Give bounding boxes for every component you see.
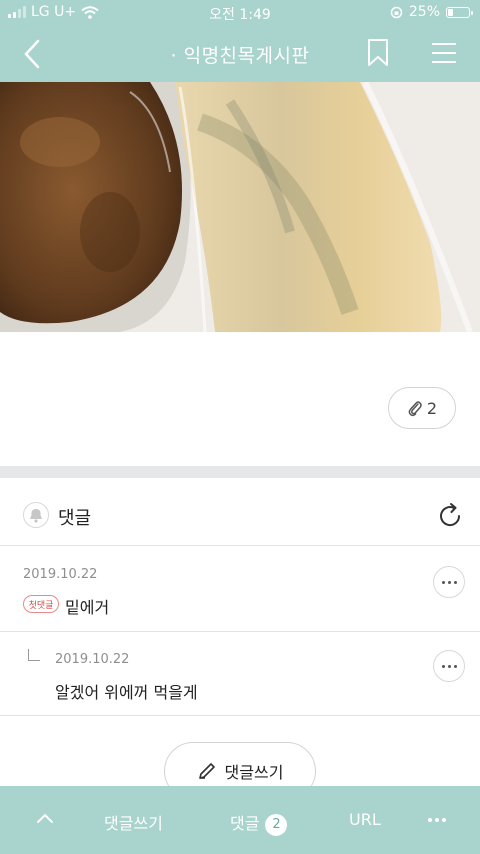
attachment-button[interactable]: 2 xyxy=(388,387,456,429)
attachment-count: 2 xyxy=(426,398,438,418)
reply-more-button[interactable] xyxy=(433,650,465,682)
post-photo[interactable] xyxy=(0,82,480,332)
section-divider xyxy=(0,466,480,478)
comment-date: 2019.10.22 xyxy=(23,567,98,582)
comment-count-badge: 2 xyxy=(265,813,288,836)
status-right: 25% xyxy=(390,4,473,20)
bottom-bar: 댓글쓰기 댓글 2 URL xyxy=(0,786,480,854)
battery-icon xyxy=(446,6,473,18)
nav-bar: · 익명친목게시판 xyxy=(0,26,480,82)
reply-date: 2019.10.22 xyxy=(55,652,130,667)
bottom-write-comment[interactable]: 댓글쓰기 xyxy=(104,810,163,834)
paperclip-icon xyxy=(408,401,422,417)
bottom-comments[interactable]: 댓글 2 xyxy=(230,810,288,836)
write-comment-label: 댓글쓰기 xyxy=(224,763,284,782)
pencil-icon xyxy=(198,763,215,779)
comment-text: 밑에거 xyxy=(65,598,110,617)
bell-icon[interactable] xyxy=(23,502,49,528)
reply-text: 알겠어 위에꺼 먹을게 xyxy=(55,683,198,702)
bottom-url[interactable]: URL xyxy=(349,810,381,829)
battery-percent: 25% xyxy=(408,4,440,20)
first-comment-badge: 첫댓글 xyxy=(23,595,59,613)
comment-more-button[interactable] xyxy=(433,566,465,598)
bookmark-icon[interactable] xyxy=(366,38,390,68)
comments-title: 댓글 xyxy=(58,508,92,529)
chevron-up-icon[interactable] xyxy=(36,812,54,824)
reply-arrow-icon xyxy=(28,649,40,661)
menu-icon[interactable] xyxy=(430,41,458,65)
bottom-comments-label: 댓글 xyxy=(230,814,260,833)
status-bar: LG U+ 오전 1:49 25% xyxy=(0,0,480,26)
bread-photo-image xyxy=(0,82,480,332)
top-header: LG U+ 오전 1:49 25% · 익명친목게시판 xyxy=(0,0,480,82)
board-title: · 익명친목게시판 xyxy=(170,45,310,67)
reply-item: 2019.10.22 알겠어 위에꺼 먹을게 xyxy=(0,632,480,716)
refresh-icon[interactable] xyxy=(436,502,464,530)
more-icon[interactable] xyxy=(428,818,446,822)
orientation-lock-icon xyxy=(390,6,403,18)
comment-item: 2019.10.22 첫댓글 밑에거 xyxy=(0,547,480,632)
comments-header: 댓글 xyxy=(0,478,480,546)
